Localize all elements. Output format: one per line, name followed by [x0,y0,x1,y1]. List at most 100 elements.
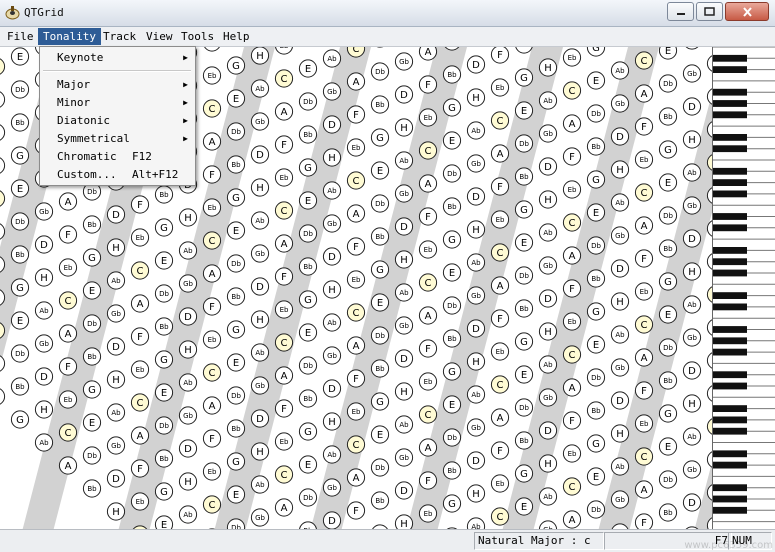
note-c[interactable]: C [635,316,652,333]
note-c[interactable]: C [347,172,364,189]
note-d[interactable]: D [107,206,124,223]
note-eb[interactable]: Eb [131,361,148,378]
note-d[interactable]: D [467,56,484,73]
note-eb[interactable]: Eb [347,271,364,288]
note-ab[interactable]: Ab [251,476,268,493]
note-g[interactable]: G [371,129,388,146]
note-g[interactable]: G [11,279,28,296]
maximize-button[interactable] [696,2,723,21]
note-g[interactable]: G [371,261,388,278]
note-g[interactable]: G [83,381,100,398]
note-d[interactable]: D [539,422,556,439]
note-ab[interactable]: Ab [251,212,268,229]
note-d[interactable]: D [611,128,628,145]
note-d[interactable]: D [395,86,412,103]
note-bb[interactable]: Bb [587,138,604,155]
note-e[interactable]: E [299,456,316,473]
note-gb[interactable]: Gb [467,287,484,304]
note-c[interactable]: C [275,202,292,219]
note-c[interactable]: C [419,274,436,291]
note-gb[interactable]: Gb [683,65,700,82]
note-ab[interactable]: Ab [395,284,412,301]
note-e[interactable]: E [515,498,532,515]
note-c[interactable]: C [419,406,436,423]
note-bb[interactable]: Bb [587,402,604,419]
note-eb[interactable]: Eb [491,79,508,96]
note-g[interactable]: G [587,47,604,56]
note-c[interactable]: C [491,112,508,129]
note-h[interactable]: H [179,473,196,490]
note-c[interactable]: C [563,346,580,363]
note-db[interactable]: Db [443,165,460,182]
note-bb[interactable]: Bb [515,47,532,53]
note-gb[interactable]: Gb [107,305,124,322]
note-eb[interactable]: Eb [203,67,220,84]
note-gb[interactable]: Gb [251,113,268,130]
black-key[interactable] [713,417,747,424]
note-eb[interactable]: Eb [275,433,292,450]
note-eb[interactable]: Eb [203,463,220,480]
note-d[interactable]: D [467,320,484,337]
note-h[interactable]: H [251,443,268,460]
note-a[interactable]: A [347,205,364,222]
note-a[interactable]: A [131,295,148,312]
note-e[interactable]: E [659,47,676,59]
black-key[interactable] [713,270,747,277]
note-ab[interactable]: Ab [539,488,556,505]
note-d[interactable]: D [539,290,556,307]
black-key[interactable] [713,337,747,344]
note-h[interactable]: H [179,209,196,226]
black-key[interactable] [713,168,747,175]
note-d[interactable]: D [179,440,196,457]
note-bb[interactable]: Bb [299,126,316,143]
note-db[interactable]: Db [587,369,604,386]
note-f[interactable]: F [347,238,364,255]
note-db[interactable]: Db [83,447,100,464]
note-a[interactable]: A [563,115,580,132]
note-bb[interactable]: Bb [83,216,100,233]
note-h[interactable]: H [179,341,196,358]
note-d[interactable]: D [683,230,700,247]
note-gb[interactable]: Gb [611,95,628,112]
note-e[interactable]: E [371,426,388,443]
note-g[interactable]: G [227,189,244,206]
note-e[interactable]: E [515,102,532,119]
black-key[interactable] [713,224,747,231]
note-e[interactable]: E [11,180,28,197]
note-ab[interactable]: Ab [395,416,412,433]
note-bb[interactable]: Bb [227,288,244,305]
note-d[interactable]: D [251,410,268,427]
black-key[interactable] [713,383,747,390]
note-d[interactable]: D [611,260,628,277]
black-key[interactable] [713,111,747,118]
black-key[interactable] [713,247,747,254]
note-gb[interactable]: Gb [683,197,700,214]
note-ab[interactable]: Ab [323,446,340,463]
note-eb[interactable]: Eb [203,199,220,216]
note-h[interactable]: H [395,383,412,400]
note-bb[interactable]: Bb [11,378,28,395]
note-h[interactable]: H [107,503,124,520]
note-f[interactable]: F [59,358,76,375]
note-db[interactable]: Db [587,237,604,254]
note-bb[interactable]: Bb [443,330,460,347]
note-g[interactable]: G [587,171,604,188]
note-db[interactable]: Db [659,75,676,92]
note-gb[interactable]: Gb [251,377,268,394]
note-h[interactable]: H [35,401,52,418]
note-c[interactable]: C [203,364,220,381]
note-a[interactable]: A [203,397,220,414]
note-db[interactable]: Db [155,417,172,434]
note-c[interactable]: C [275,466,292,483]
note-gb[interactable]: Gb [323,83,340,100]
note-ab[interactable]: Ab [179,506,196,523]
note-ab[interactable]: Ab [107,404,124,421]
note-eb[interactable]: Eb [635,283,652,300]
note-a[interactable]: A [275,499,292,516]
note-c[interactable]: C [419,142,436,159]
note-d[interactable]: D [683,494,700,511]
note-c[interactable]: C [0,58,5,75]
note-f[interactable]: F [491,442,508,459]
note-h[interactable]: H [539,323,556,340]
black-key[interactable] [713,496,747,503]
